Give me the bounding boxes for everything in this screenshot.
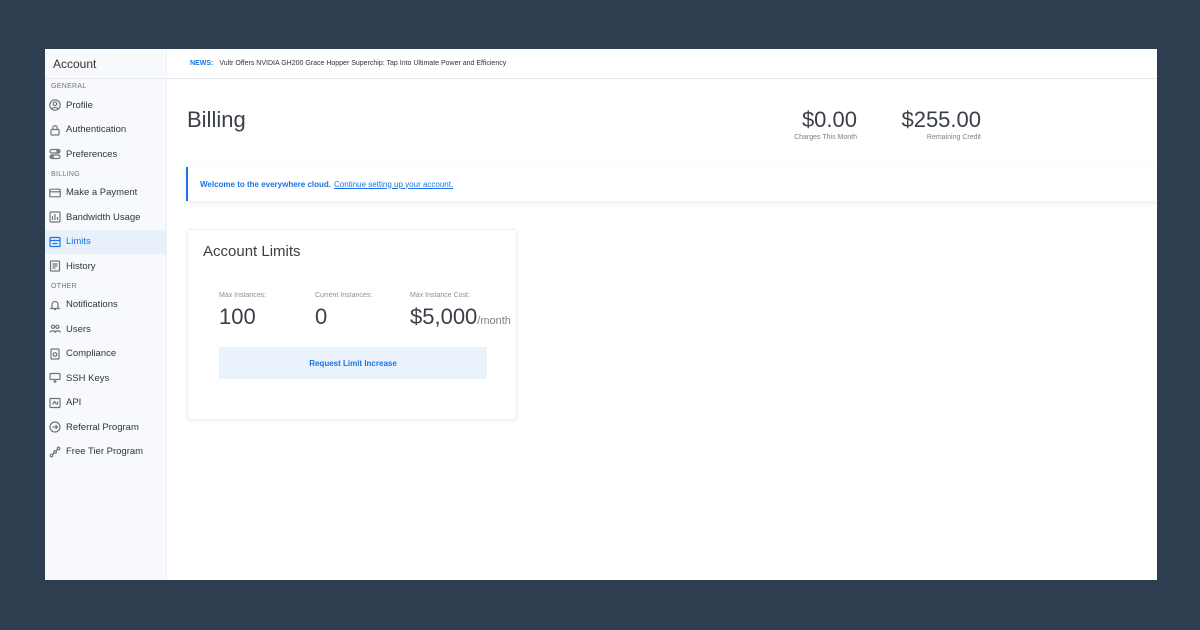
bandwidth-icon bbox=[48, 211, 61, 224]
news-bar[interactable]: NEWS: Vultr Offers NVIDIA GH200 Grace Ho… bbox=[167, 49, 1157, 79]
sidebar-item-authentication[interactable]: Authentication bbox=[45, 118, 166, 143]
current-instances: Current Instances: 0 bbox=[315, 292, 372, 330]
toggles-icon bbox=[48, 148, 61, 161]
charges-value: $0.00 bbox=[801, 107, 857, 132]
users-icon bbox=[48, 323, 61, 336]
sidebar-item-label: Preferences bbox=[66, 148, 118, 160]
news-text[interactable]: Vultr Offers NVIDIA GH200 Grace Hopper S… bbox=[219, 60, 506, 67]
max-cost-value: $5,000 bbox=[410, 304, 478, 329]
max-instances: Max Instances: 100 bbox=[219, 292, 266, 330]
sidebar: Account GENERAL Profile Authentication P… bbox=[45, 49, 167, 580]
sidebar-item-limits[interactable]: Limits bbox=[45, 229, 166, 254]
sidebar-item-label: Free Tier Program bbox=[66, 446, 144, 458]
max-instance-cost: Max Instance Cost: $5,000/month bbox=[410, 292, 511, 330]
sidebar-item-label: Make a Payment bbox=[66, 187, 138, 199]
charges-stat: $0.00 Charges This Month bbox=[794, 107, 857, 141]
sidebar-item-label: Compliance bbox=[66, 348, 117, 360]
sidebar-item-make-payment[interactable]: Make a Payment bbox=[45, 181, 166, 206]
sidebar-item-label: Users bbox=[66, 323, 91, 335]
sidebar-item-label: Bandwidth Usage bbox=[66, 211, 141, 223]
sidebar-item-label: Limits bbox=[66, 236, 91, 248]
ssh-key-icon bbox=[48, 372, 61, 385]
sidebar-item-label: Authentication bbox=[66, 124, 127, 136]
sidebar-item-bandwidth[interactable]: Bandwidth Usage bbox=[45, 205, 166, 230]
sidebar-item-ssh-keys[interactable]: SSH Keys bbox=[45, 366, 166, 391]
app-window: Account GENERAL Profile Authentication P… bbox=[45, 49, 1157, 580]
max-cost-label: Max Instance Cost: bbox=[410, 292, 470, 299]
section-general: GENERAL bbox=[51, 83, 87, 90]
account-limits-card: Account Limits Max Instances: 100 Curren… bbox=[187, 229, 517, 420]
free-tier-icon bbox=[48, 445, 61, 458]
page-title: Billing bbox=[187, 107, 246, 132]
sidebar-item-referral[interactable]: Referral Program bbox=[45, 415, 166, 440]
section-billing: BILLING bbox=[51, 170, 80, 178]
api-icon bbox=[48, 396, 61, 409]
credit-stat: $255.00 Remaining Credit bbox=[901, 107, 981, 141]
max-cost-unit: /month bbox=[477, 315, 511, 327]
credit-value: $255.00 bbox=[901, 107, 981, 132]
credit-label: Remaining Credit bbox=[926, 134, 981, 141]
sidebar-item-label: API bbox=[66, 397, 82, 409]
sidebar-item-label: Profile bbox=[66, 99, 93, 111]
sidebar-item-preferences[interactable]: Preferences bbox=[45, 142, 166, 167]
continue-setup-link[interactable]: Continue setting up your account. bbox=[334, 180, 453, 189]
sidebar-item-label: Notifications bbox=[66, 299, 118, 311]
welcome-banner: Welcome to the everywhere cloud. Continu… bbox=[186, 167, 1157, 201]
sidebar-item-profile[interactable]: Profile bbox=[45, 93, 166, 118]
current-instances-label: Current Instances: bbox=[315, 292, 373, 299]
sidebar-item-label: SSH Keys bbox=[66, 372, 110, 384]
max-instances-label: Max Instances: bbox=[219, 292, 267, 299]
request-limit-increase-button[interactable]: Request Limit Increase bbox=[219, 347, 487, 379]
lock-icon bbox=[48, 123, 61, 136]
sidebar-item-label: Referral Program bbox=[66, 421, 139, 433]
user-icon bbox=[48, 99, 61, 112]
section-other: OTHER bbox=[51, 282, 77, 290]
card-title: Account Limits bbox=[203, 243, 301, 260]
limits-icon bbox=[48, 235, 61, 248]
sidebar-item-free-tier[interactable]: Free Tier Program bbox=[45, 440, 166, 465]
banner-message: Welcome to the everywhere cloud. bbox=[200, 179, 332, 189]
sidebar-item-api[interactable]: API bbox=[45, 391, 166, 416]
max-cost-value-row: $5,000/month bbox=[410, 304, 511, 330]
sidebar-item-label: History bbox=[66, 260, 96, 272]
current-instances-value: 0 bbox=[315, 304, 328, 329]
main-content: NEWS: Vultr Offers NVIDIA GH200 Grace Ho… bbox=[167, 49, 1157, 580]
sidebar-title: Account bbox=[45, 49, 166, 79]
sidebar-item-users[interactable]: Users bbox=[45, 317, 166, 342]
referral-icon bbox=[48, 421, 61, 434]
history-icon bbox=[48, 260, 61, 273]
sidebar-item-compliance[interactable]: Compliance bbox=[45, 342, 166, 367]
charges-label: Charges This Month bbox=[794, 134, 857, 141]
sidebar-item-notifications[interactable]: Notifications bbox=[45, 293, 166, 318]
compliance-icon bbox=[48, 347, 61, 360]
sidebar-item-history[interactable]: History bbox=[45, 254, 166, 279]
credit-card-icon bbox=[48, 186, 61, 199]
bell-icon bbox=[48, 298, 61, 311]
max-instances-value: 100 bbox=[219, 304, 256, 329]
news-tag: NEWS: bbox=[190, 60, 214, 67]
